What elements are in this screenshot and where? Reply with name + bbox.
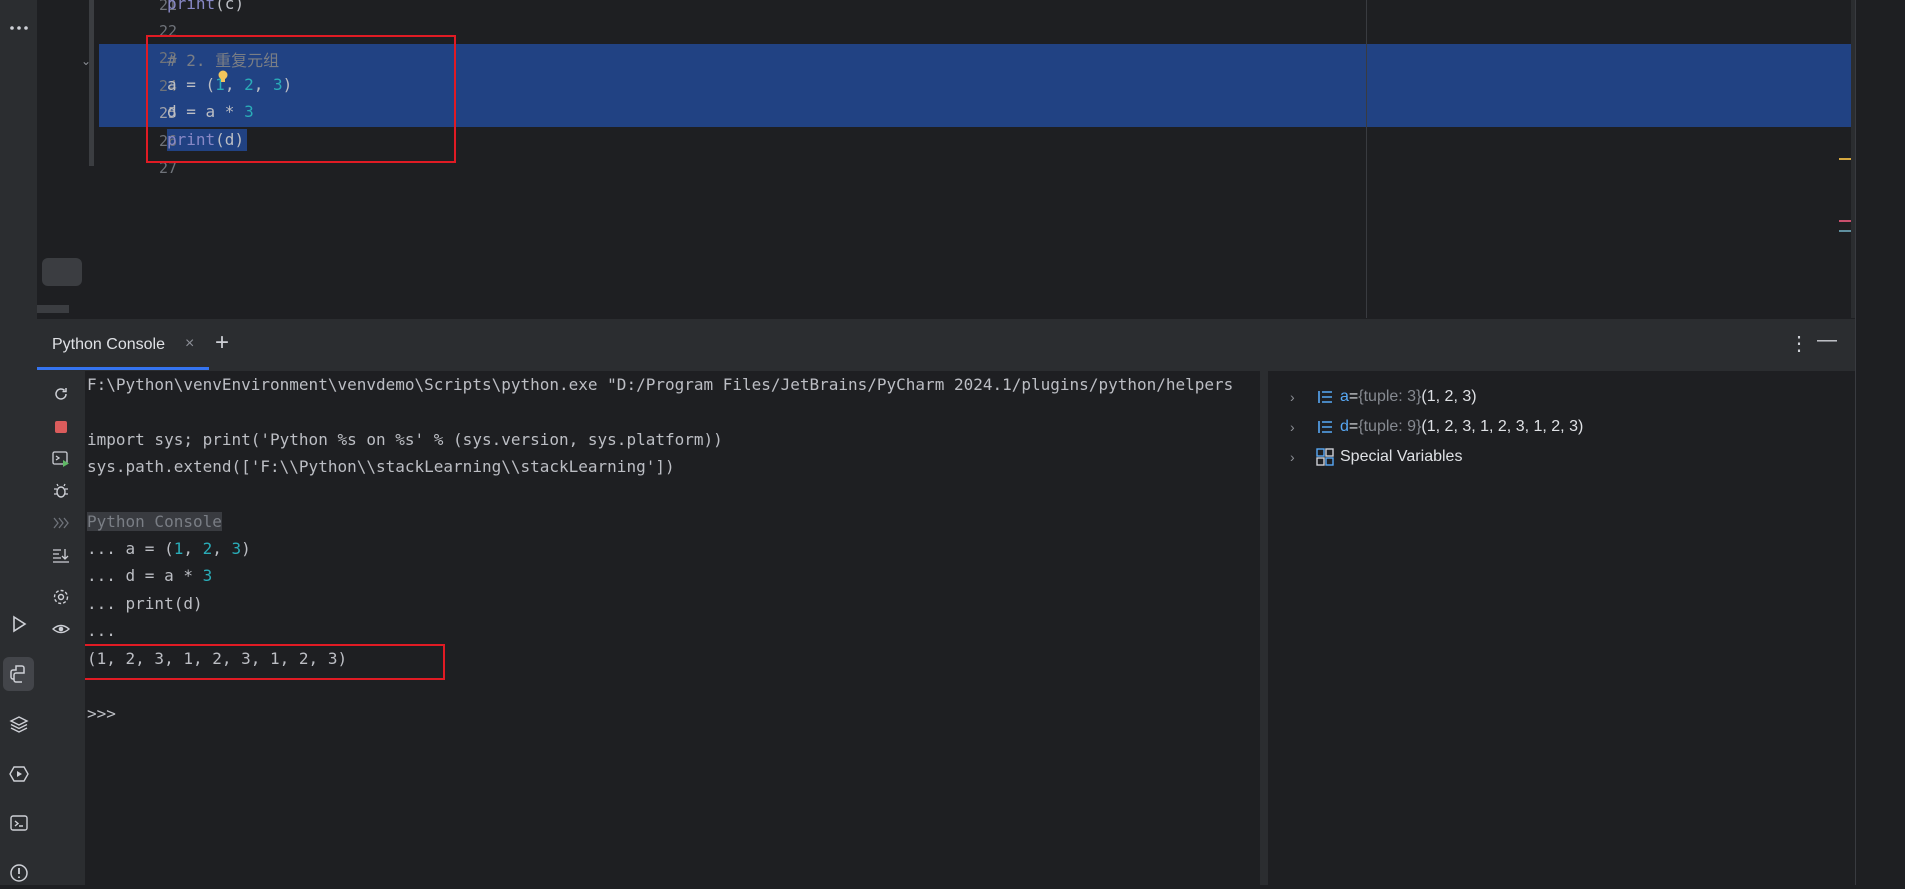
gutter-scroll-strip — [89, 0, 94, 166]
console-toolbar — [37, 371, 85, 885]
console-line: ... print(d) — [87, 594, 203, 613]
panel-divider[interactable] — [1260, 371, 1268, 885]
tab-python-console[interactable]: Python Console — [52, 336, 165, 354]
hide-panel-icon[interactable]: — — [1817, 329, 1837, 352]
history-icon[interactable] — [50, 512, 72, 534]
variable-row-d[interactable]: › d = {tuple: 9} (1, 2, 3, 1, 2, 3, 1, 2… — [1290, 415, 1583, 439]
variables-panel: › a = {tuple: 3} (1, 2, 3) › d = {tuple:… — [1268, 371, 1855, 885]
code-editor[interactable]: ⌄ 21 22 23 24 25 26 27 print(c) # 2. 重复元… — [37, 0, 1855, 318]
new-console-icon[interactable] — [50, 448, 72, 470]
more-icon[interactable] — [0, 12, 37, 44]
console-line: sys.path.extend(['F:\\Python\\stackLearn… — [87, 457, 675, 476]
chevron-right-icon[interactable]: › — [1290, 449, 1304, 465]
special-variables-icon — [1316, 448, 1334, 466]
console-prompt-label: Python Console — [87, 512, 222, 531]
stop-icon[interactable] — [50, 416, 72, 438]
console-line: ... — [87, 621, 116, 640]
problems-icon[interactable] — [0, 857, 37, 889]
console-line: ... a = (1, 2, 3) — [87, 539, 251, 558]
services-icon[interactable] — [0, 758, 37, 790]
console-output[interactable]: F:\Python\venvEnvironment\venvdemo\Scrip… — [85, 371, 1260, 885]
rerun-icon[interactable] — [50, 383, 72, 405]
add-tab-icon[interactable]: + — [215, 329, 229, 357]
active-tab-indicator — [37, 367, 209, 370]
layers-icon[interactable] — [0, 708, 37, 740]
python-console-icon[interactable] — [3, 657, 34, 691]
debug-icon[interactable] — [50, 480, 72, 502]
list-icon — [1318, 421, 1332, 433]
gutter-bottom-block — [37, 305, 69, 313]
console-line: import sys; print('Python %s on %s' % (s… — [87, 430, 723, 449]
chevron-right-icon[interactable]: › — [1290, 419, 1304, 435]
console-prompt[interactable]: >>> — [87, 704, 116, 723]
code-line: print(c) — [167, 0, 245, 13]
run-icon[interactable] — [0, 608, 37, 640]
left-tool-strip — [0, 0, 38, 885]
watch-icon[interactable] — [50, 618, 72, 640]
close-icon[interactable]: × — [185, 335, 194, 353]
fold-chevron-icon[interactable]: ⌄ — [81, 54, 91, 68]
right-edge-area — [1855, 0, 1905, 885]
highlight-box — [85, 644, 445, 680]
variable-row-a[interactable]: › a = {tuple: 3} (1, 2, 3) — [1290, 385, 1477, 409]
right-margin-guide — [1366, 0, 1367, 318]
gutter-overlay-button[interactable] — [42, 258, 82, 286]
special-variables-row[interactable]: › Special Variables — [1290, 445, 1462, 469]
console-line: F:\Python\venvEnvironment\venvdemo\Scrip… — [87, 375, 1234, 394]
settings-icon[interactable] — [50, 586, 72, 608]
console-tab-bar: Python Console × + ⋮ — — [37, 318, 1855, 372]
more-options-icon[interactable]: ⋮ — [1789, 331, 1809, 356]
list-icon — [1318, 391, 1332, 403]
highlight-box — [146, 35, 456, 163]
scroll-end-icon[interactable] — [50, 544, 72, 566]
console-line: Python Console — [87, 512, 222, 531]
terminal-icon[interactable] — [0, 807, 37, 839]
console-line: ... d = a * 3 — [87, 566, 213, 585]
chevron-right-icon[interactable]: › — [1290, 389, 1304, 405]
